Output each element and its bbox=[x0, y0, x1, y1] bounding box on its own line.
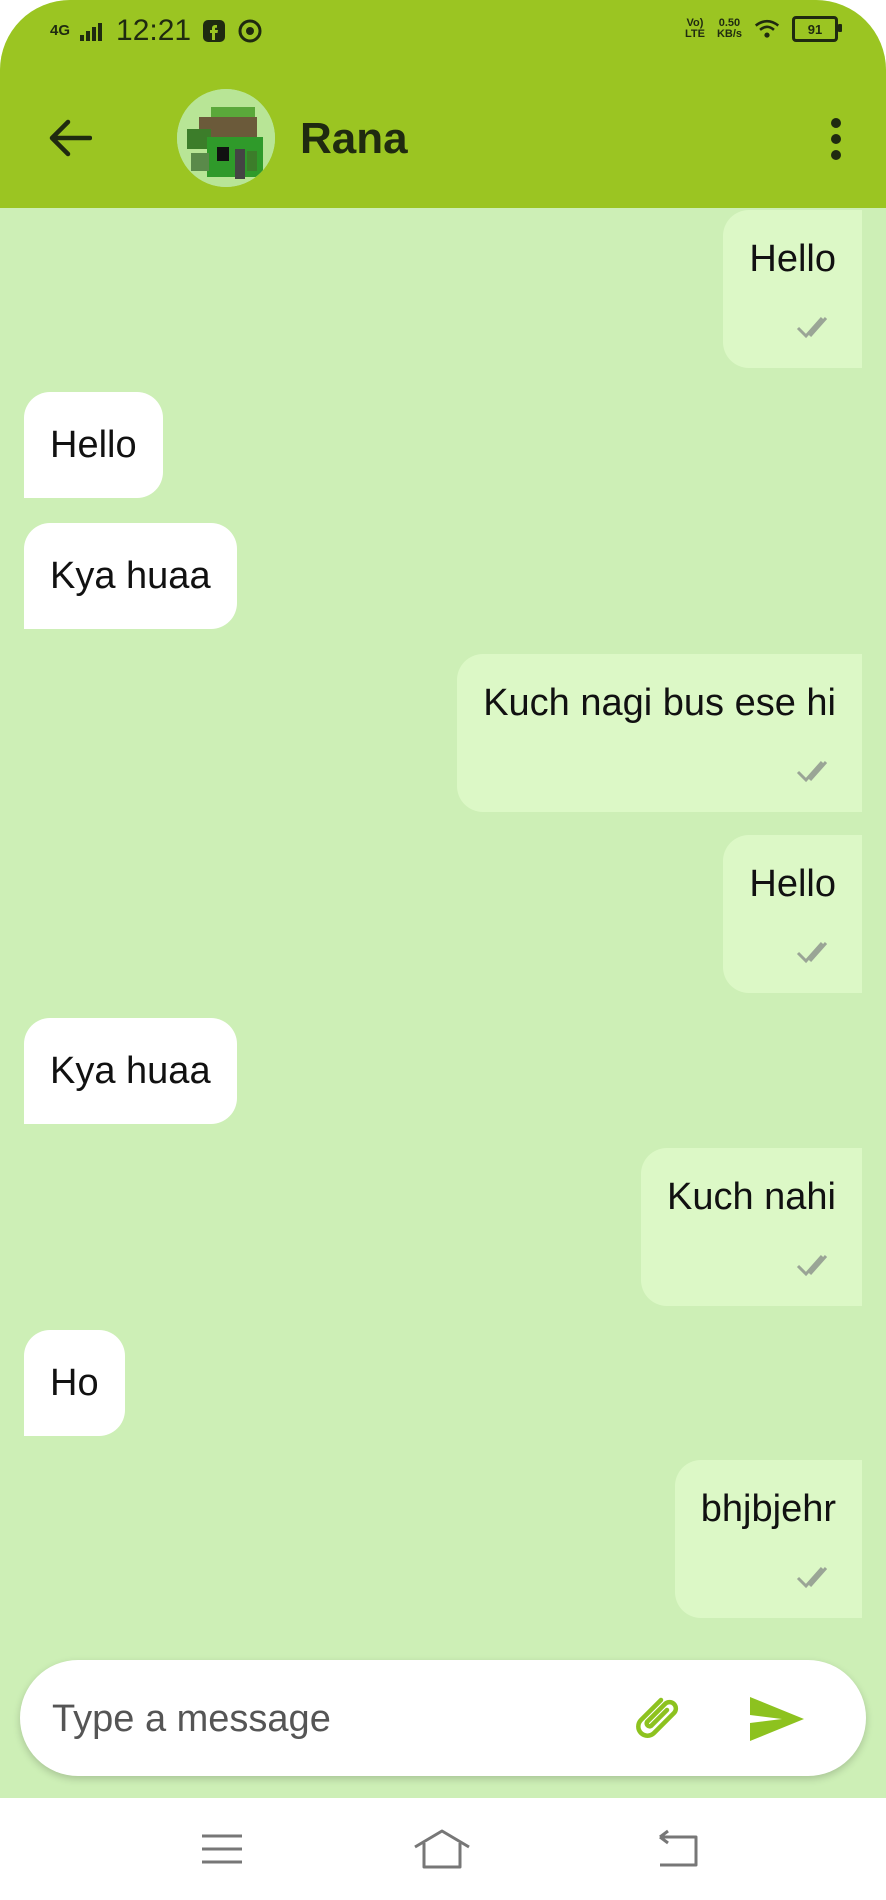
volte-indicator: Vo) LTE bbox=[684, 17, 705, 40]
menu-lines-icon bbox=[202, 1834, 242, 1864]
message-text: Kuch nagi bus ese hi bbox=[483, 682, 836, 724]
message-bubble-incoming[interactable]: Hello bbox=[24, 392, 163, 498]
send-button[interactable] bbox=[742, 1684, 812, 1754]
message-composer bbox=[20, 1660, 866, 1778]
home-icon bbox=[414, 1829, 470, 1869]
facebook-icon bbox=[201, 18, 227, 44]
message-text: Hello bbox=[50, 423, 137, 466]
signal-icon bbox=[80, 18, 106, 44]
chat-screen: 4G 12:21 Vo) LTE 0.50 KB/s 91 Rana Hello… bbox=[0, 0, 886, 1900]
message-bubble-outgoing[interactable]: Kuch nahi bbox=[640, 1148, 862, 1306]
status-right: Vo) LTE 0.50 KB/s 91 bbox=[684, 16, 842, 42]
double-check-icon bbox=[796, 317, 828, 339]
message-text: Hello bbox=[749, 863, 836, 905]
status-left: 4G 12:21 bbox=[50, 14, 263, 48]
message-bubble-incoming[interactable]: Kya huaa bbox=[24, 1018, 237, 1124]
double-check-icon bbox=[796, 761, 828, 783]
paperclip-icon bbox=[636, 1697, 679, 1738]
back-button[interactable] bbox=[38, 106, 102, 170]
message-text: Kya huaa bbox=[50, 554, 211, 597]
contact-name[interactable]: Rana bbox=[300, 114, 408, 164]
message-text: Ho bbox=[50, 1361, 99, 1404]
wifi-icon bbox=[754, 16, 780, 42]
message-text: Kya huaa bbox=[50, 1049, 211, 1092]
send-icon bbox=[750, 1697, 804, 1741]
battery-indicator: 91 bbox=[792, 16, 842, 42]
message-text: Hello bbox=[749, 238, 836, 280]
network-type: 4G bbox=[50, 22, 71, 39]
message-bubble-outgoing[interactable]: Hello bbox=[723, 210, 862, 368]
more-vertical-icon bbox=[831, 118, 841, 160]
whatsapp-icon bbox=[237, 18, 263, 44]
avatar[interactable] bbox=[177, 89, 275, 187]
nav-home-button[interactable] bbox=[412, 1824, 472, 1874]
more-options-button[interactable] bbox=[804, 104, 868, 174]
arrow-left-icon bbox=[49, 119, 92, 157]
data-speed: 0.50 KB/s bbox=[716, 17, 742, 40]
message-text: bhjbjehr bbox=[700, 1488, 836, 1530]
system-nav-bar bbox=[0, 1798, 886, 1900]
avatar-image-icon bbox=[177, 89, 275, 187]
chat-header: Rana bbox=[0, 68, 886, 208]
message-bubble-outgoing[interactable]: bhjbjehr bbox=[674, 1460, 862, 1618]
double-check-icon bbox=[796, 1255, 828, 1277]
message-text: Kuch nahi bbox=[666, 1176, 836, 1218]
message-list[interactable]: Hello Hello Kya huaa Kuch nagi bus ese h… bbox=[0, 208, 886, 1618]
nav-back-button[interactable] bbox=[646, 1824, 706, 1874]
message-bubble-incoming[interactable]: Kya huaa bbox=[24, 523, 237, 629]
double-check-icon bbox=[796, 1567, 828, 1589]
status-time: 12:21 bbox=[116, 14, 192, 47]
message-bubble-outgoing[interactable]: Kuch nagi bus ese hi bbox=[457, 654, 862, 812]
back-arrow-icon bbox=[659, 1829, 698, 1867]
message-bubble-outgoing[interactable]: Hello bbox=[723, 835, 862, 993]
double-check-icon bbox=[796, 942, 828, 964]
status-bar: 4G 12:21 Vo) LTE 0.50 KB/s 91 bbox=[0, 0, 886, 68]
message-bubble-incoming[interactable]: Ho bbox=[24, 1330, 125, 1436]
nav-recents-button[interactable] bbox=[192, 1824, 252, 1874]
attach-button[interactable] bbox=[625, 1686, 689, 1750]
message-input[interactable] bbox=[50, 1660, 614, 1778]
